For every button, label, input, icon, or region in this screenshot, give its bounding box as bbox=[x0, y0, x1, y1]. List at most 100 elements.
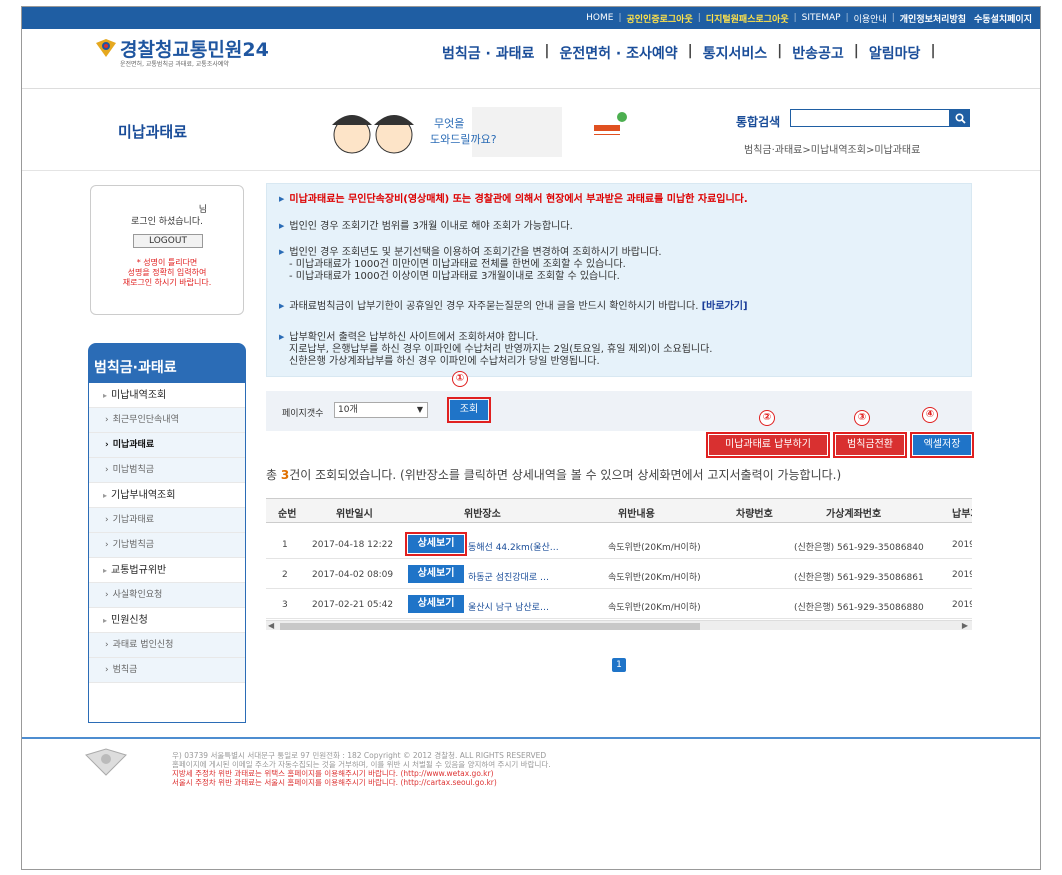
detail-view-button[interactable]: 상세보기 bbox=[405, 532, 467, 556]
cell-datetime: 2017-02-21 05:42 bbox=[312, 600, 394, 610]
sidebar-item-traffic-violation[interactable]: 교통법규위반 bbox=[89, 558, 245, 583]
nav-fines[interactable]: 범칙금 · 과태료 bbox=[442, 43, 534, 63]
sidebar-item-unpaid-inquiry[interactable]: 미납내역조회 bbox=[89, 383, 245, 408]
sidebar-item-unpaid-fines[interactable]: 미납과태료 bbox=[89, 433, 245, 458]
cell-content: 속도위반(20Km/H이하) bbox=[608, 543, 701, 553]
chevron-down-icon: ▼ bbox=[416, 405, 423, 414]
site-logo-subtitle: 운전면허, 교통범칙금 과태료, 교통조사예약 bbox=[120, 61, 229, 68]
info-subline: 신한은행 가상계좌납부를 하신 경우 이파인에 수납처리가 당일 반영됩니다. bbox=[289, 356, 600, 367]
scroll-right-icon[interactable]: ▶ bbox=[962, 621, 968, 630]
cell-no: 2 bbox=[282, 570, 288, 580]
result-count: 3 bbox=[280, 468, 290, 482]
cell-place-link[interactable]: 동해선 44.2km(울산… bbox=[468, 540, 596, 553]
column-header-no: 순번 bbox=[278, 509, 297, 520]
table-row: 1 2017-04-18 12:22 상세보기 동해선 44.2km(울산… 속… bbox=[266, 531, 972, 559]
detail-view-button[interactable]: 상세보기 bbox=[408, 565, 464, 583]
utility-link-onepass-logout[interactable]: 디지털원패스로그아웃 bbox=[702, 12, 793, 25]
annotation-marker-1: ① bbox=[452, 371, 468, 387]
info-subline: - 미납과태료가 1000건 이상이면 미납과태료 3개월이내로 조회할 수 있… bbox=[289, 271, 620, 282]
sidebar-item-recent-enforcement[interactable]: 최근무인단속내역 bbox=[89, 408, 245, 433]
sidebar-item-paid-inquiry[interactable]: 기납부내역조회 bbox=[89, 483, 245, 508]
cell-content: 속도위반(20Km/H이하) bbox=[608, 603, 701, 613]
convert-to-penalty-button[interactable]: 범칙금전환 bbox=[833, 432, 907, 458]
cell-due: 2019-08- bbox=[952, 540, 972, 550]
login-box: 님 로그인 하셨습니다. LOGOUT * 성명이 틀리다면 성명을 정확히 입… bbox=[90, 185, 244, 315]
site-header: 경찰청교통민원24 운전면허, 교통범칙금 과태료, 교통조사예약 범칙금 · … bbox=[22, 29, 1040, 89]
faq-shortcut-link[interactable]: [바로가기] bbox=[702, 301, 748, 312]
cell-due: 2019-07- bbox=[952, 600, 972, 610]
pagesize-select[interactable]: 10개 ▼ bbox=[334, 402, 428, 418]
nav-return-notice[interactable]: 반송공고 bbox=[792, 43, 844, 63]
utility-link-manual-install[interactable]: 수동설치페이지 bbox=[970, 12, 1036, 25]
scroll-thumb[interactable] bbox=[280, 623, 700, 630]
page-title: 미납과태료 bbox=[118, 123, 188, 141]
cell-datetime: 2017-04-18 12:22 bbox=[312, 540, 394, 550]
horizontal-scrollbar[interactable]: ◀ ▶ bbox=[266, 620, 972, 630]
sidebar-item-unpaid-penalty[interactable]: 미납범칙금 bbox=[89, 458, 245, 483]
sidebar-menu: 미납내역조회 최근무인단속내역 미납과태료 미납범칙금 기납부내역조회 기납과태… bbox=[88, 383, 246, 723]
top-utility-bar: HOME | 공인인증로그아웃 | 디지털원패스로그아웃 | SITEMAP | 이용안… bbox=[22, 7, 1040, 29]
info-line: 납부확인서 출력은 납부하신 사이트에서 조회하셔야 합니다. bbox=[279, 332, 538, 344]
utility-link-home[interactable]: HOME bbox=[582, 13, 617, 23]
sidebar-item-civil-request[interactable]: 민원신청 bbox=[89, 608, 245, 633]
footer-text: 우) 03739 서울특별시 서대문구 통일로 97 민원전화 : 182 Co… bbox=[172, 751, 551, 787]
cell-no: 3 bbox=[282, 600, 288, 610]
utility-link-cert-logout[interactable]: 공인인증로그아웃 bbox=[623, 12, 697, 25]
search-button[interactable] bbox=[950, 109, 970, 127]
utility-link-guide[interactable]: 이용안내 bbox=[850, 12, 891, 25]
site-logo-title[interactable]: 경찰청교통민원24 bbox=[120, 35, 269, 62]
query-button[interactable]: 조회 bbox=[447, 397, 491, 423]
info-line: 과태료범칙금이 납부기한이 공휴일인 경우 자주묻는질문의 안내 글을 반드시 … bbox=[279, 301, 748, 313]
sidebar-item-fact-check[interactable]: 사실확인요청 bbox=[89, 583, 245, 608]
cell-account: (신한은행) 561-929-35086840 bbox=[794, 543, 924, 553]
info-line: 미납과태료는 무인단속장비(영상매체) 또는 경찰관에 의해서 현장에서 부과받… bbox=[279, 194, 747, 206]
sidebar-heading: 범칙금·과태료 bbox=[88, 343, 246, 383]
info-subline: 지로납부, 은행납부를 하신 경우 이파인에 수납처리 반영까지는 2일(토요일… bbox=[289, 344, 713, 355]
search-input[interactable] bbox=[790, 109, 950, 127]
cell-due: 2019-08- bbox=[952, 570, 972, 580]
page-banner: 미납과태료 무엇을 도와드릴까요? 통합검색 범칙금·과태료>미납내역조회>미납… bbox=[22, 89, 1040, 171]
police-emblem-icon[interactable] bbox=[94, 37, 118, 61]
sidebar-item-corporate-request[interactable]: 과태료 법인신청 bbox=[89, 633, 245, 658]
annotation-marker-3: ③ bbox=[854, 410, 870, 426]
integrated-search-label: 통합검색 bbox=[736, 115, 781, 129]
police-emblem-icon bbox=[85, 748, 127, 776]
fines-table: 순번 위반일시 위반장소 위반내용 차량번호 가상계좌번호 납부기한 1 201… bbox=[266, 498, 972, 630]
pay-unpaid-fines-button[interactable]: 미납과태료 납부하기 bbox=[706, 432, 830, 458]
utility-nav: HOME | 공인인증로그아웃 | 디지털원패스로그아웃 | SITEMAP | 이용안… bbox=[582, 7, 1036, 29]
utility-link-sitemap[interactable]: SITEMAP bbox=[798, 13, 845, 23]
cell-no: 1 bbox=[282, 540, 288, 550]
table-row: 3 2017-02-21 05:42 상세보기 울산시 남구 남산로… 속도위반… bbox=[266, 591, 972, 619]
sidebar-item-paid-fines[interactable]: 기납과태료 bbox=[89, 508, 245, 533]
annotation-marker-4: ④ bbox=[922, 407, 938, 423]
detail-view-button[interactable]: 상세보기 bbox=[408, 595, 464, 613]
excel-save-button[interactable]: 엑셀저장 bbox=[910, 432, 974, 458]
sidebar-item-penalty[interactable]: 범칙금 bbox=[89, 658, 245, 683]
cell-account: (신한은행) 561-929-35086861 bbox=[794, 573, 924, 583]
column-header-car: 차량번호 bbox=[736, 509, 773, 520]
site-footer: 우) 03739 서울특별시 서대문구 통일로 97 민원전화 : 182 Co… bbox=[22, 737, 1040, 869]
sidebar-item-paid-penalty[interactable]: 기납범칙금 bbox=[89, 533, 245, 558]
cell-datetime: 2017-04-02 08:09 bbox=[312, 570, 394, 580]
column-header-account: 가상계좌번호 bbox=[826, 509, 882, 520]
nav-notice[interactable]: 알림마당 bbox=[869, 43, 921, 63]
annotation-marker-2: ② bbox=[759, 410, 775, 426]
search-icon bbox=[954, 112, 966, 124]
nav-license[interactable]: 운전면허 · 조사예약 bbox=[559, 43, 677, 63]
svg-text:무엇을: 무엇을 bbox=[434, 117, 464, 130]
cell-place-link[interactable]: 하동군 섬진강대로 … bbox=[468, 570, 596, 583]
nav-notification[interactable]: 통지서비스 bbox=[703, 43, 767, 63]
result-summary: 총 3건이 조회되었습니다. (위반장소를 클릭하면 상세내역을 볼 수 있으며… bbox=[266, 468, 842, 482]
scroll-left-icon[interactable]: ◀ bbox=[268, 621, 274, 630]
info-line: 법인인 경우 조회기간 범위를 3개월 이내로 해야 조회가 가능합니다. bbox=[279, 221, 572, 233]
info-line: 법인인 경우 조회년도 및 분기선택을 이용하여 조회기간을 변경하여 조회하시… bbox=[279, 247, 661, 259]
utility-link-privacy[interactable]: 개인정보처리방침 bbox=[896, 12, 970, 25]
pagination-current-page[interactable]: 1 bbox=[612, 658, 626, 672]
cell-place-link[interactable]: 울산시 남구 남산로… bbox=[468, 600, 596, 613]
column-header-content: 위반내용 bbox=[618, 509, 655, 520]
mascot-illustration-icon: 무엇을 도와드릴까요? bbox=[332, 107, 627, 157]
browser-page: HOME | 공인인증로그아웃 | 디지털원패스로그아웃 | SITEMAP | 이용안… bbox=[21, 6, 1041, 870]
cell-account: (신한은행) 561-929-35086880 bbox=[794, 603, 924, 613]
logout-button[interactable]: LOGOUT bbox=[133, 234, 203, 248]
main-nav: 범칙금 · 과태료 | 운전면허 · 조사예약 | 통지서비스 | 반송공고 |… bbox=[442, 43, 936, 63]
